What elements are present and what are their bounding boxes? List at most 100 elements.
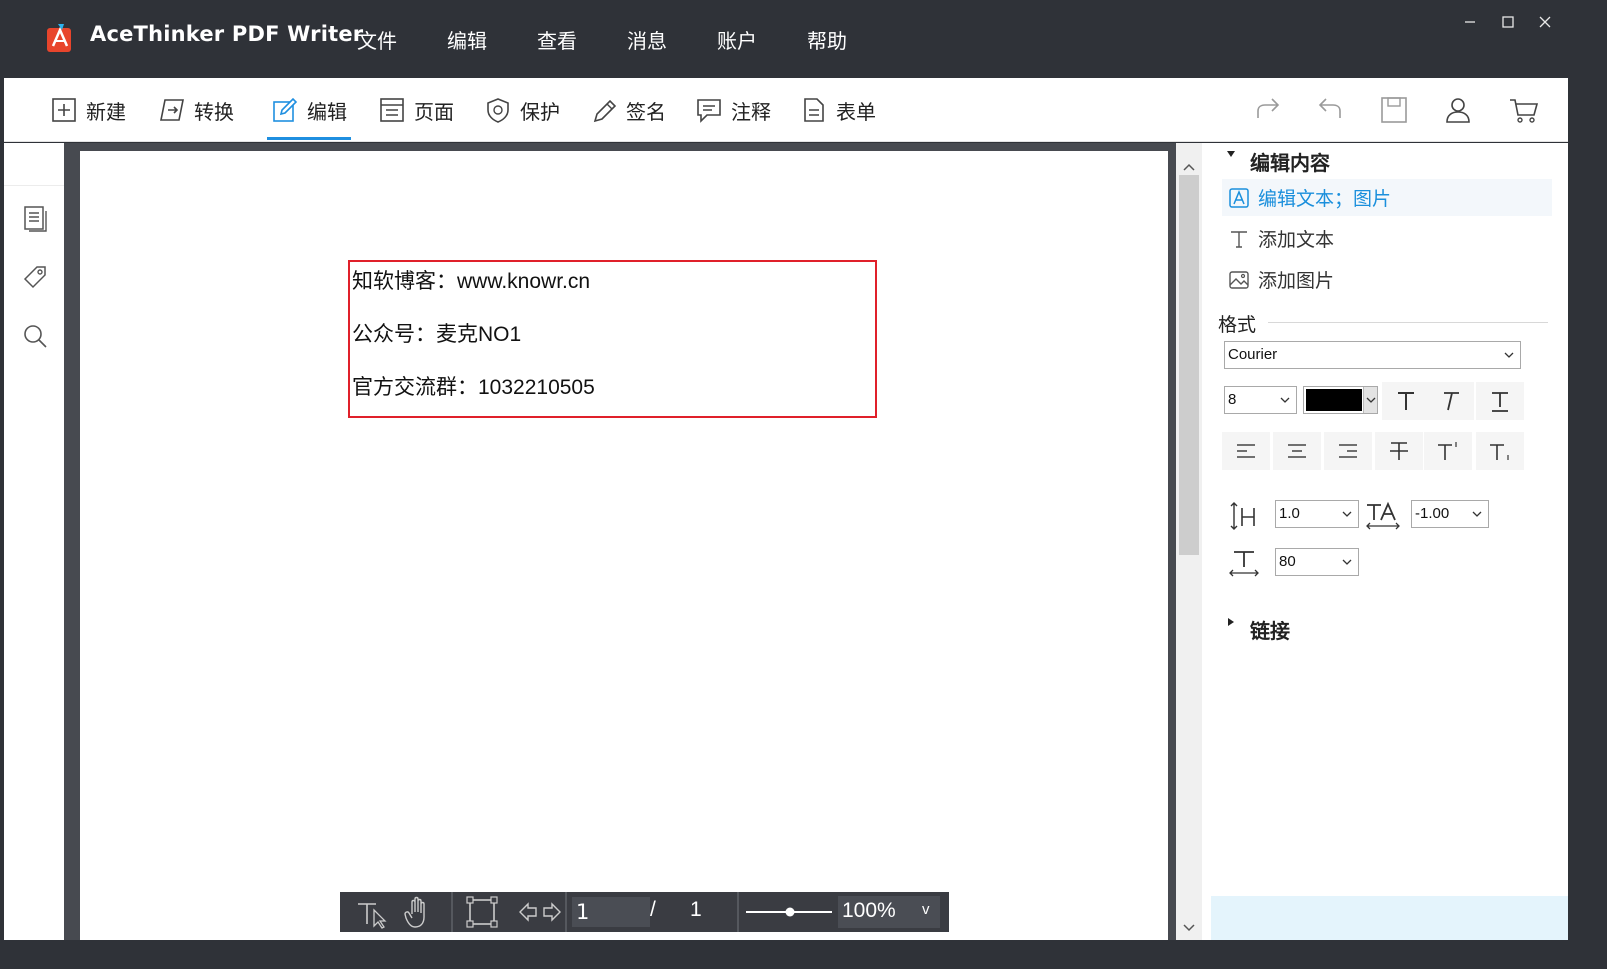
- link-section-header[interactable]: 链接: [1250, 615, 1290, 644]
- toolbar-edit-button[interactable]: 编辑: [267, 78, 351, 142]
- app-title: AceThinker PDF Writer: [90, 22, 364, 46]
- toolbar-annotate-label: 注释: [731, 99, 771, 124]
- add-text-icon: [1231, 230, 1247, 248]
- text-select-tool-icon[interactable]: [354, 892, 390, 932]
- align-center-icon: [1288, 444, 1306, 458]
- menu-file[interactable]: 文件: [357, 25, 397, 54]
- toolbar-edit-label: 编辑: [307, 99, 347, 124]
- chevron-down-icon: [1366, 397, 1376, 403]
- redo-icon[interactable]: [1252, 94, 1284, 126]
- strikethrough-icon: [1390, 442, 1408, 460]
- save-icon[interactable]: [1378, 94, 1410, 126]
- toolbar-protect-button[interactable]: 保护: [484, 78, 560, 142]
- title-bar: AceThinker PDF Writer 文件 编辑 查看 消息 账户 帮助: [0, 0, 1568, 78]
- collapse-triangle-icon[interactable]: [1227, 150, 1235, 158]
- zoom-slider[interactable]: [744, 892, 834, 932]
- hand-tool-icon[interactable]: [402, 892, 434, 932]
- zoom-dropdown[interactable]: 100% v: [838, 896, 940, 928]
- add-text-item[interactable]: 添加文本: [1222, 220, 1552, 257]
- undo-icon[interactable]: [1314, 94, 1346, 126]
- bold-button[interactable]: [1382, 382, 1430, 420]
- form-icon: [804, 98, 824, 122]
- document-line-3[interactable]: 官方交流群：1032210505: [352, 371, 595, 401]
- italic-button[interactable]: [1426, 382, 1474, 420]
- cart-icon[interactable]: [1508, 94, 1540, 126]
- font-color-picker[interactable]: [1303, 386, 1378, 414]
- font-color-dropdown[interactable]: [1363, 387, 1377, 413]
- toolbar-sign-button[interactable]: 签名: [590, 78, 666, 142]
- line-spacing-select[interactable]: 1.0: [1275, 500, 1359, 528]
- add-image-item[interactable]: 添加图片: [1222, 261, 1552, 298]
- superscript-button[interactable]: [1424, 432, 1472, 470]
- scroll-down-icon[interactable]: [1182, 921, 1196, 935]
- format-divider: [1268, 322, 1548, 323]
- left-sidebar-header: [4, 143, 64, 186]
- total-pages: 1: [690, 898, 702, 921]
- horizontal-scale-select[interactable]: 80: [1275, 548, 1359, 576]
- align-center-button[interactable]: [1273, 432, 1321, 470]
- subscript-button[interactable]: [1476, 432, 1524, 470]
- panel-footer-band: [1211, 896, 1568, 940]
- pen-icon: [593, 99, 617, 123]
- character-spacing-value: -1.00: [1415, 505, 1450, 522]
- expand-triangle-icon[interactable]: [1227, 618, 1235, 626]
- toolbar-page-button[interactable]: 页面: [378, 78, 454, 142]
- toolbar-new-button[interactable]: 新建: [50, 78, 126, 142]
- superscript-icon: [1438, 442, 1457, 460]
- align-left-icon: [1237, 444, 1255, 458]
- font-size-select[interactable]: 8: [1224, 386, 1297, 414]
- italic-text-icon: [1444, 392, 1459, 411]
- format-label: 格式: [1218, 314, 1257, 336]
- prev-next-page-icon[interactable]: [516, 892, 564, 932]
- menu-help[interactable]: 帮助: [807, 25, 847, 54]
- page-separator: /: [650, 898, 656, 921]
- underline-button[interactable]: [1476, 382, 1524, 420]
- line-spacing-value: 1.0: [1279, 505, 1300, 522]
- navbar-divider: [737, 892, 739, 932]
- bookmark-tag-icon[interactable]: [21, 263, 49, 291]
- horizontal-scale-value: 80: [1279, 553, 1296, 570]
- edit-content-header[interactable]: 编辑内容: [1250, 147, 1330, 176]
- plus-box-icon: [52, 98, 76, 122]
- bold-text-icon: [1398, 392, 1414, 410]
- maximize-icon[interactable]: [1496, 12, 1520, 36]
- minimize-icon[interactable]: [1458, 12, 1482, 36]
- document-line-2[interactable]: 公众号：麦克NO1: [352, 318, 521, 348]
- toolbar-form-button[interactable]: 表单: [800, 78, 876, 142]
- scroll-up-icon[interactable]: [1182, 160, 1196, 174]
- add-image-label: 添加图片: [1258, 270, 1335, 292]
- menu-messages[interactable]: 消息: [627, 25, 667, 54]
- vertical-scrollbar[interactable]: [1176, 143, 1202, 940]
- edit-pencil-icon: [273, 97, 298, 122]
- search-icon[interactable]: [21, 322, 49, 350]
- character-spacing-select[interactable]: -1.00: [1411, 500, 1489, 528]
- current-page-input[interactable]: 1: [572, 897, 650, 927]
- toolbar-annotate-button[interactable]: 注释: [695, 78, 771, 142]
- font-family-value: Courier: [1228, 346, 1278, 363]
- underline-text-icon: [1492, 392, 1508, 412]
- convert-icon: [160, 99, 184, 121]
- edit-text-image-item[interactable]: 编辑文本；图片: [1222, 179, 1552, 216]
- app-logo-icon: [47, 24, 71, 52]
- toolbar-new-label: 新建: [86, 99, 126, 124]
- toolbar-convert-button[interactable]: 转换: [158, 78, 234, 142]
- add-text-label: 添加文本: [1258, 229, 1335, 251]
- user-icon[interactable]: [1442, 94, 1474, 126]
- scrollbar-thumb[interactable]: [1179, 175, 1199, 555]
- fit-page-icon[interactable]: [464, 892, 500, 932]
- align-right-button[interactable]: [1324, 432, 1372, 470]
- document-line-1[interactable]: 知软博客：www.knowr.cn: [352, 265, 590, 295]
- font-size-value: 8: [1228, 391, 1237, 408]
- align-left-button[interactable]: [1222, 432, 1270, 470]
- strikethrough-button[interactable]: [1375, 432, 1423, 470]
- toolbar-protect-label: 保护: [520, 99, 560, 124]
- menu-edit[interactable]: 编辑: [447, 25, 487, 54]
- pages-icon[interactable]: [21, 204, 49, 232]
- font-family-select[interactable]: Courier: [1224, 341, 1521, 369]
- zoom-toggle[interactable]: v: [922, 901, 930, 918]
- toolbar-page-label: 页面: [414, 99, 454, 124]
- close-icon[interactable]: [1533, 12, 1557, 36]
- menu-account[interactable]: 账户: [717, 25, 757, 54]
- menu-view[interactable]: 查看: [537, 25, 577, 54]
- edit-text-image-label: 编辑文本；图片: [1258, 188, 1392, 210]
